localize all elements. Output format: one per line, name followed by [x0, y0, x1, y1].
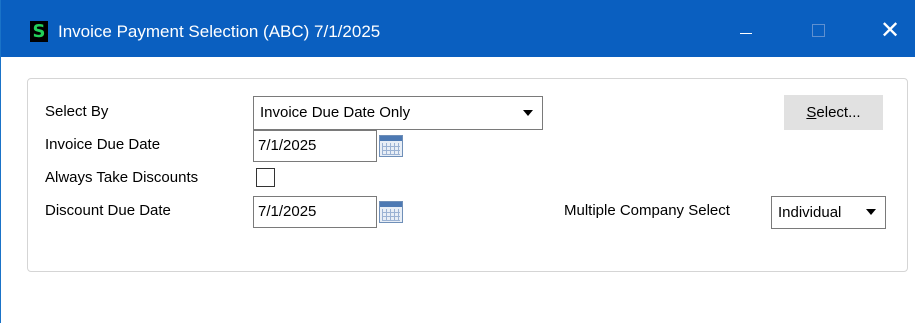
- close-icon: ✕: [879, 16, 901, 44]
- selection-panel: Select By Invoice Due Date Only Invoice …: [27, 78, 908, 272]
- select-button-label: elect...: [816, 104, 861, 121]
- chevron-down-icon: [866, 209, 876, 215]
- sage-s-icon[interactable]: S: [30, 21, 48, 42]
- close-button[interactable]: ✕: [867, 10, 913, 50]
- maximize-button[interactable]: [795, 10, 841, 50]
- discount-due-date-label: Discount Due Date: [45, 202, 171, 219]
- minimize-icon: [740, 33, 752, 34]
- select-by-dropdown[interactable]: Invoice Due Date Only: [253, 96, 543, 130]
- multiple-company-select-dropdown[interactable]: Individual: [771, 196, 886, 229]
- always-take-discounts-checkbox[interactable]: [256, 168, 275, 187]
- multiple-company-select-value: Individual: [778, 204, 842, 221]
- invoice-payment-selection-window: S Invoice Payment Selection (ABC) 7/1/20…: [0, 0, 915, 323]
- select-by-label: Select By: [45, 103, 109, 120]
- discount-due-date-value: 7/1/2025: [258, 203, 317, 220]
- window-title: Invoice Payment Selection (ABC) 7/1/2025: [58, 22, 381, 41]
- select-button-mnemonic: S: [806, 104, 817, 121]
- always-take-discounts-label: Always Take Discounts: [45, 169, 199, 186]
- title-bar[interactable]: S Invoice Payment Selection (ABC) 7/1/20…: [1, 0, 915, 57]
- discount-due-date-field[interactable]: 7/1/2025: [253, 196, 377, 228]
- invoice-due-date-label: Invoice Due Date: [45, 136, 161, 153]
- minimize-button[interactable]: [723, 10, 769, 50]
- multiple-company-select-label: Multiple Company Select: [564, 202, 730, 219]
- calendar-icon[interactable]: [379, 201, 403, 223]
- maximize-icon: [812, 24, 825, 37]
- chevron-down-icon: [523, 110, 533, 116]
- invoice-due-date-field[interactable]: 7/1/2025: [253, 130, 377, 162]
- select-button[interactable]: Select...: [784, 95, 883, 130]
- calendar-icon[interactable]: [379, 135, 403, 157]
- invoice-due-date-value: 7/1/2025: [258, 137, 317, 154]
- select-by-value: Invoice Due Date Only: [260, 104, 411, 121]
